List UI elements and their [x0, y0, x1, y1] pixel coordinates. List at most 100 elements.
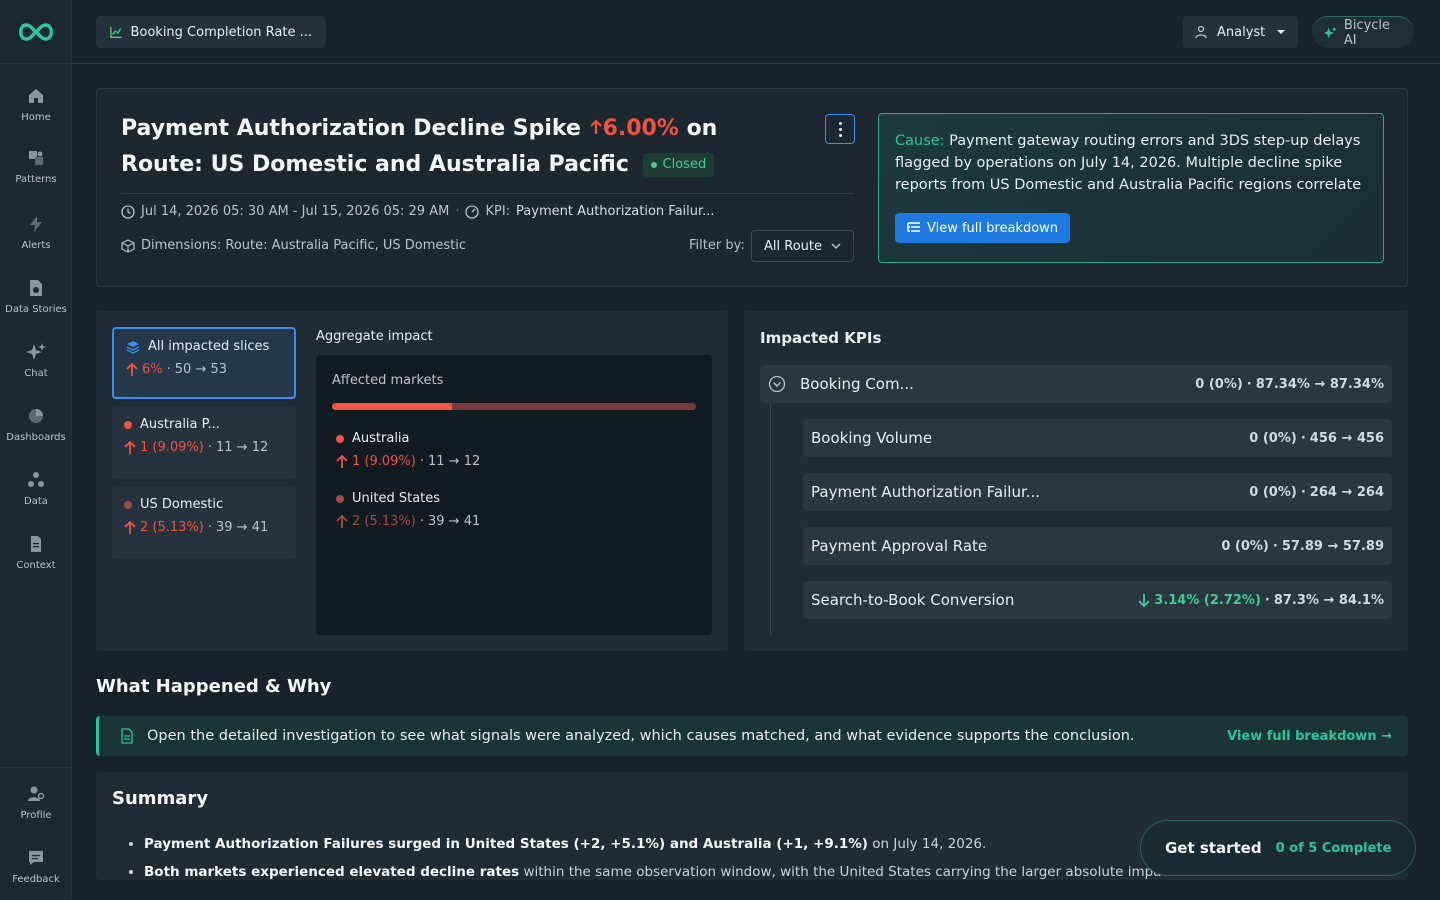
sidebar-item-home[interactable]: Home: [0, 86, 72, 123]
header-divider: [121, 193, 854, 194]
document-icon: [121, 728, 133, 744]
top-bar: Booking Completion Rate ... Analyst Bicy…: [72, 0, 1440, 64]
impacted-slices-panel: All impacted slices 6% · 50 → 53 Australia…: [96, 311, 728, 651]
chevron-circle-down-icon[interactable]: [768, 375, 786, 393]
series-dot: [124, 420, 132, 429]
arrow-up-icon: [589, 119, 602, 134]
list-tree-icon: [907, 222, 920, 232]
slice-card-us-domestic[interactable]: US Domestic 2 (5.13%) · 39 → 41: [112, 487, 296, 559]
sidebar-item-dashboards[interactable]: Dashboards: [0, 406, 72, 443]
dimensions-row: Dimensions: Route: Australia Pacific, US…: [121, 238, 466, 253]
cause-description: Payment gateway routing errors and 3DS s…: [895, 133, 1362, 193]
arrow-up-icon: [124, 440, 136, 454]
alert-change: 6.00%: [589, 116, 679, 141]
slice-card-all[interactable]: All impacted slices 6% · 50 → 53: [112, 327, 296, 399]
ai-label: Bicycle AI: [1343, 17, 1391, 48]
app-logo[interactable]: [0, 0, 71, 64]
cause-label: Cause:: [895, 133, 945, 149]
sidebar-item-data[interactable]: Data: [0, 470, 72, 507]
kpi-name: Payment Authorization Failur...: [811, 483, 1041, 501]
slice-stat: 1 (9.09%) · 11 → 12: [124, 440, 284, 455]
market-name: Australia: [352, 431, 410, 446]
sidebar-divider: [0, 767, 72, 768]
sidebar-item-label: Profile: [20, 810, 52, 821]
kpi-row-child[interactable]: Booking Volume 0 (0%) · 456 → 456: [803, 419, 1392, 457]
sidebar-item-label: Alerts: [21, 240, 51, 251]
slice-card-australia[interactable]: Australia P... 1 (9.09%) · 11 → 12: [112, 407, 296, 479]
sidebar-item-chat[interactable]: Chat: [0, 342, 72, 379]
filter-label: Filter by:: [689, 238, 745, 253]
what-happened-heading: What Happened & Why: [96, 676, 332, 697]
kpi-row-child[interactable]: Payment Approval Rate 0 (0%) · 57.89 → 57.…: [803, 527, 1392, 565]
arrow-up-icon: [336, 454, 348, 468]
slice-title: US Domestic: [124, 497, 284, 512]
sidebar-item-profile[interactable]: Profile: [0, 784, 72, 821]
infinity-logo-icon: [18, 22, 53, 41]
aggregate-impact-label: Aggregate impact: [316, 329, 433, 344]
sidebar: Home Patterns Alerts Data Stories Chat D…: [0, 0, 72, 900]
page-title-selector[interactable]: Booking Completion Rate ...: [96, 16, 326, 48]
document-icon: [30, 280, 42, 296]
page-title: Booking Completion Rate ...: [130, 24, 312, 40]
sidebar-item-label: Feedback: [12, 874, 60, 885]
summary-list: Payment Authorization Failures surged in…: [144, 830, 1179, 880]
role-label: Analyst: [1217, 24, 1266, 40]
sidebar-item-feedback[interactable]: Feedback: [0, 848, 72, 885]
sidebar-item-data-stories[interactable]: Data Stories: [0, 278, 72, 315]
more-options-button[interactable]: [825, 114, 855, 144]
series-dot: [336, 494, 344, 503]
market-item-united-states: United States 2 (5.13%) · 39 → 41: [336, 491, 480, 529]
sidebar-item-label: Patterns: [15, 174, 57, 185]
chevron-down-icon: [831, 243, 841, 250]
time-range: Jul 14, 2026 05: 30 AM - Jul 15, 2026 05…: [141, 204, 450, 219]
bolt-icon: [30, 216, 42, 232]
sidebar-item-label: Data Stories: [5, 304, 67, 315]
market-item-australia: Australia 1 (9.09%) · 11 → 12: [336, 431, 480, 469]
role-selector[interactable]: Analyst: [1183, 16, 1298, 48]
kpi-link[interactable]: Payment Authorization Failur...: [516, 204, 715, 219]
feedback-icon: [29, 851, 43, 865]
series-dot: [124, 500, 132, 509]
sidebar-item-alerts[interactable]: Alerts: [0, 214, 72, 251]
alert-meta: Jul 14, 2026 05: 30 AM - Jul 15, 2026 05…: [121, 204, 715, 219]
page-icon: [31, 536, 41, 552]
market-share-bar: [332, 403, 696, 410]
sidebar-item-context[interactable]: Context: [0, 534, 72, 571]
get-started-progress: 0 of 5 Complete: [1275, 840, 1392, 856]
profile-gear-icon: [28, 786, 45, 801]
arrow-down-icon: [1138, 594, 1150, 607]
home-icon: [29, 89, 43, 103]
dimensions-text: Dimensions: Route: Australia Pacific, US…: [141, 238, 467, 253]
view-full-breakdown-link[interactable]: View full breakdown →: [1227, 729, 1392, 744]
sparkle-icon: [1324, 26, 1336, 39]
investigation-banner-text: Open the detailed investigation to see w…: [147, 728, 1135, 744]
cube-icon: [121, 238, 135, 253]
cause-panel: Cause: Payment gateway routing errors an…: [878, 113, 1384, 263]
series-dot: [336, 434, 344, 443]
kpi-name: Search-to-Book Conversion: [811, 591, 1015, 609]
sidebar-item-patterns[interactable]: Patterns: [0, 148, 72, 185]
route-filter-select[interactable]: All Route: [751, 230, 854, 262]
sidebar-item-label: Home: [21, 112, 51, 123]
pie-icon: [29, 409, 43, 423]
summary-item: Both markets experienced elevated declin…: [144, 858, 1179, 880]
kpi-row-parent[interactable]: Booking Com... 0 (0%) · 87.34% → 87.34%: [760, 365, 1392, 403]
market-name: United States: [352, 491, 441, 506]
kpi-row-child[interactable]: Payment Authorization Failur... 0 (0%) · 2…: [803, 473, 1392, 511]
view-full-breakdown-label: View full breakdown: [927, 220, 1059, 236]
sidebar-item-label: Data: [24, 496, 48, 507]
view-full-breakdown-button[interactable]: View full breakdown: [895, 213, 1071, 243]
ai-assistant-button[interactable]: Bicycle AI: [1312, 16, 1414, 48]
gauge-icon: [465, 204, 480, 219]
patterns-icon: [29, 151, 43, 165]
summary-heading: Summary: [112, 788, 209, 809]
line-chart-icon: [110, 26, 122, 39]
status-dot: [650, 162, 657, 168]
affected-markets-label: Affected markets: [332, 373, 444, 388]
kpi-name: Payment Approval Rate: [811, 537, 988, 555]
kpi-row-child[interactable]: Search-to-Book Conversion 3.14% (2.72%) ·…: [803, 581, 1392, 619]
caret-down-icon: [1277, 30, 1285, 34]
slice-stat: 6% · 50 → 53: [126, 362, 282, 377]
get-started-widget[interactable]: Get started 0 of 5 Complete: [1140, 820, 1416, 876]
cause-text: Cause: Payment gateway routing errors an…: [895, 130, 1367, 196]
